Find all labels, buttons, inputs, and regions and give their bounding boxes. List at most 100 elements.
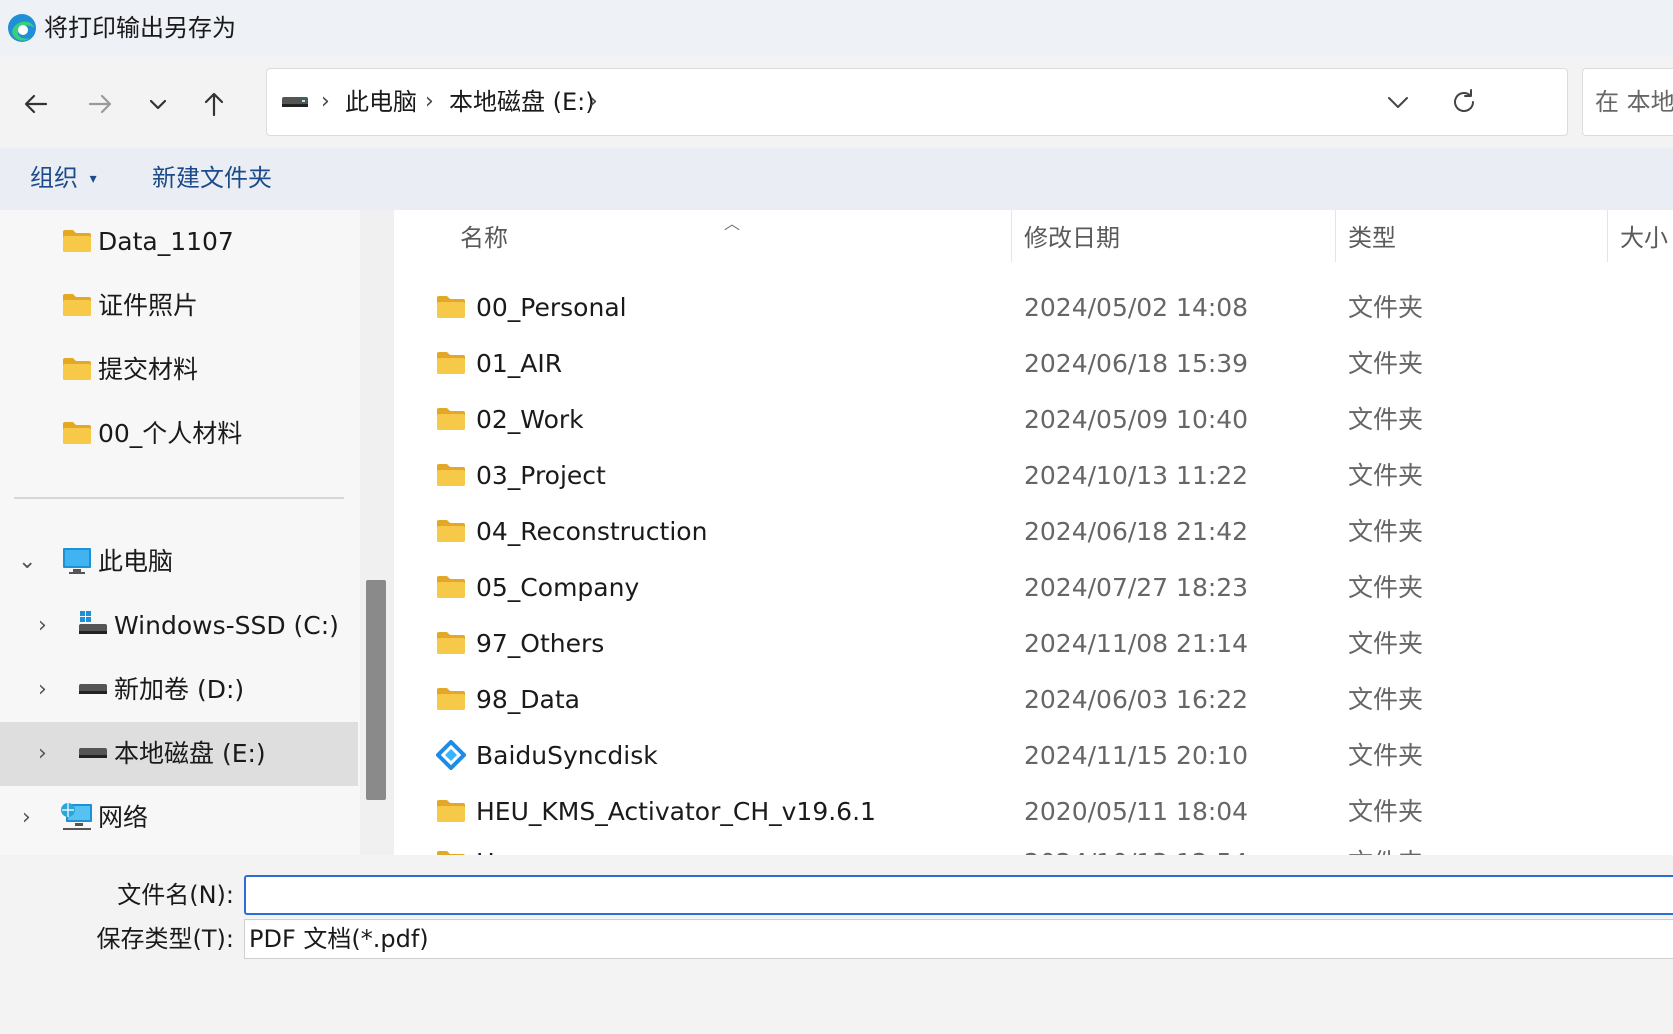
table-row[interactable]: 97_Others 2024/11/08 21:14 文件夹 [394, 616, 1673, 672]
table-row[interactable]: 03_Project 2024/10/13 11:22 文件夹 [394, 448, 1673, 504]
sidebar-item-drive-d[interactable]: › 新加卷 (D:) [0, 658, 358, 722]
chevron-right-icon[interactable]: › [38, 594, 47, 658]
chevron-down-icon [149, 99, 167, 110]
column-divider[interactable] [1335, 210, 1336, 262]
column-header-name[interactable]: 名称 [460, 210, 508, 266]
up-button[interactable] [186, 76, 242, 132]
file-name: 03_Project [476, 461, 606, 490]
title-bar: 将打印输出另存为 [0, 0, 1673, 56]
command-toolbar: 组织 ▾ 新建文件夹 [0, 148, 1673, 210]
table-row[interactable]: 05_Company 2024/07/27 18:23 文件夹 [394, 560, 1673, 616]
column-divider[interactable] [1011, 210, 1012, 262]
breadcrumb-local-disk-e[interactable]: 本地磁盘 (E:) [449, 69, 595, 135]
chevron-right-icon[interactable]: › [38, 722, 47, 786]
sidebar-item-data-1107[interactable]: Data_1107 [0, 210, 358, 274]
window-title: 将打印输出另存为 [44, 14, 236, 42]
file-type: 文件夹 [1348, 405, 1424, 434]
table-row[interactable]: 01_AIR 2024/06/18 15:39 文件夹 [394, 336, 1673, 392]
breadcrumb-separator[interactable]: › [589, 69, 598, 135]
column-header-type[interactable]: 类型 [1348, 210, 1396, 266]
file-type: 文件夹 [1348, 629, 1424, 658]
folder-icon [437, 800, 465, 822]
file-type: 文件夹 [1348, 741, 1424, 770]
search-placeholder: 在 本地 [1595, 88, 1673, 116]
address-history-button[interactable] [1385, 89, 1411, 115]
file-type: 文件夹 [1348, 685, 1424, 714]
file-type: 文件夹 [1348, 797, 1424, 826]
table-row[interactable]: BaiduSyncdisk 2024/11/15 20:10 文件夹 [394, 728, 1673, 784]
file-modified: 2024/11/08 21:14 [1024, 629, 1249, 658]
arrow-right-icon [88, 94, 112, 114]
sidebar-item-id-photos[interactable]: 证件照片 [0, 274, 358, 338]
refresh-button[interactable] [1449, 87, 1479, 117]
sidebar-item-network[interactable]: › 网络 [0, 786, 358, 850]
file-type: 文件夹 [1348, 293, 1424, 322]
sidebar-item-submissions[interactable]: 提交材料 [0, 338, 358, 402]
sidebar-item-personal-materials[interactable]: 00_个人材料 [0, 402, 358, 466]
folder-icon [437, 408, 465, 430]
file-modified: 2024/11/15 20:10 [1024, 741, 1249, 770]
table-row[interactable]: 04_Reconstruction 2024/06/18 21:42 文件夹 [394, 504, 1673, 560]
forward-button[interactable] [72, 76, 128, 132]
table-row[interactable]: HEU_KMS_Activator_CH_v19.6.1 2020/05/11 … [394, 784, 1673, 840]
recent-locations-button[interactable] [130, 76, 186, 132]
organize-label: 组织 [30, 164, 78, 192]
file-name: 01_AIR [476, 349, 563, 378]
file-name: 98_Data [476, 685, 581, 714]
sidebar-divider [14, 497, 344, 499]
chevron-right-icon[interactable]: › [38, 658, 47, 722]
breadcrumb-separator[interactable]: › [321, 69, 330, 135]
table-row[interactable]: 98_Data 2024/06/03 16:22 文件夹 [394, 672, 1673, 728]
table-row[interactable]: 00_Personal 2024/05/02 14:08 文件夹 [394, 280, 1673, 336]
scrollbar-thumb[interactable] [366, 580, 386, 800]
sidebar-item-drive-c[interactable]: › Windows-SSD (C:) [0, 594, 358, 658]
file-name: 05_Company [476, 573, 640, 602]
address-bar[interactable]: › 此电脑 › 本地磁盘 (E:) › [266, 68, 1568, 136]
new-folder-button[interactable]: 新建文件夹 [152, 160, 272, 196]
file-type: 文件夹 [1348, 461, 1424, 490]
file-list[interactable]: ︿ 名称 修改日期 类型 大小 00_Personal 2024/05/02 1… [394, 210, 1673, 855]
table-row[interactable]: 02_Work 2024/05/09 10:40 文件夹 [394, 392, 1673, 448]
chevron-down-icon[interactable]: ⌄ [18, 530, 36, 594]
column-header-modified[interactable]: 修改日期 [1024, 210, 1120, 266]
arrow-up-icon [204, 92, 224, 117]
savetype-select[interactable]: PDF 文档(*.pdf) [244, 919, 1673, 959]
sidebar-item-drive-e[interactable]: › 本地磁盘 (E:) [0, 722, 358, 786]
table-row[interactable]: Hea 2024/10/13 12:54 文件夹 [394, 835, 1673, 855]
sidebar-item-label: 证件照片 [98, 291, 199, 320]
column-header-size[interactable]: 大小 [1620, 210, 1668, 266]
file-name: 02_Work [476, 405, 584, 434]
savetype-value: PDF 文档(*.pdf) [249, 925, 429, 953]
navigation-pane[interactable]: Data_1107 证件照片 提交材料 00_个人材料 ⌄ 此电脑 › Wind… [0, 210, 360, 855]
folder-icon [63, 358, 91, 380]
folder-icon [63, 422, 91, 444]
file-name: 00_Personal [476, 293, 627, 322]
file-modified: 2024/07/27 18:23 [1024, 573, 1249, 602]
navigation-bar: › 此电脑 › 本地磁盘 (E:) › 在 本地 [0, 56, 1673, 148]
file-name: Hea [476, 835, 526, 855]
folder-icon [437, 464, 465, 486]
sidebar-item-label: Data_1107 [98, 227, 234, 256]
sidebar-scrollbar[interactable] [360, 210, 394, 855]
monitor-icon [63, 548, 91, 574]
windows-drive-icon [79, 611, 107, 634]
breadcrumb-separator[interactable]: › [425, 69, 434, 135]
search-box[interactable]: 在 本地 [1582, 68, 1673, 136]
folder-icon [437, 352, 465, 374]
sidebar-item-label: 提交材料 [98, 355, 199, 384]
drive-icon [282, 97, 308, 107]
breadcrumb-this-pc[interactable]: 此电脑 [345, 69, 417, 135]
file-name: BaiduSyncdisk [476, 741, 658, 770]
folder-icon [437, 688, 465, 710]
organize-button[interactable]: 组织 ▾ [30, 160, 97, 200]
file-name: 97_Others [476, 629, 605, 658]
network-icon [61, 803, 92, 830]
chevron-right-icon[interactable]: › [22, 786, 31, 850]
column-divider[interactable] [1607, 210, 1608, 262]
drive-icon [79, 748, 107, 758]
filename-input[interactable] [244, 875, 1673, 915]
refresh-icon [1454, 89, 1474, 112]
sidebar-item-this-pc[interactable]: ⌄ 此电脑 [0, 530, 358, 594]
file-modified: 2024/10/13 11:22 [1024, 461, 1249, 490]
back-button[interactable] [8, 76, 64, 132]
